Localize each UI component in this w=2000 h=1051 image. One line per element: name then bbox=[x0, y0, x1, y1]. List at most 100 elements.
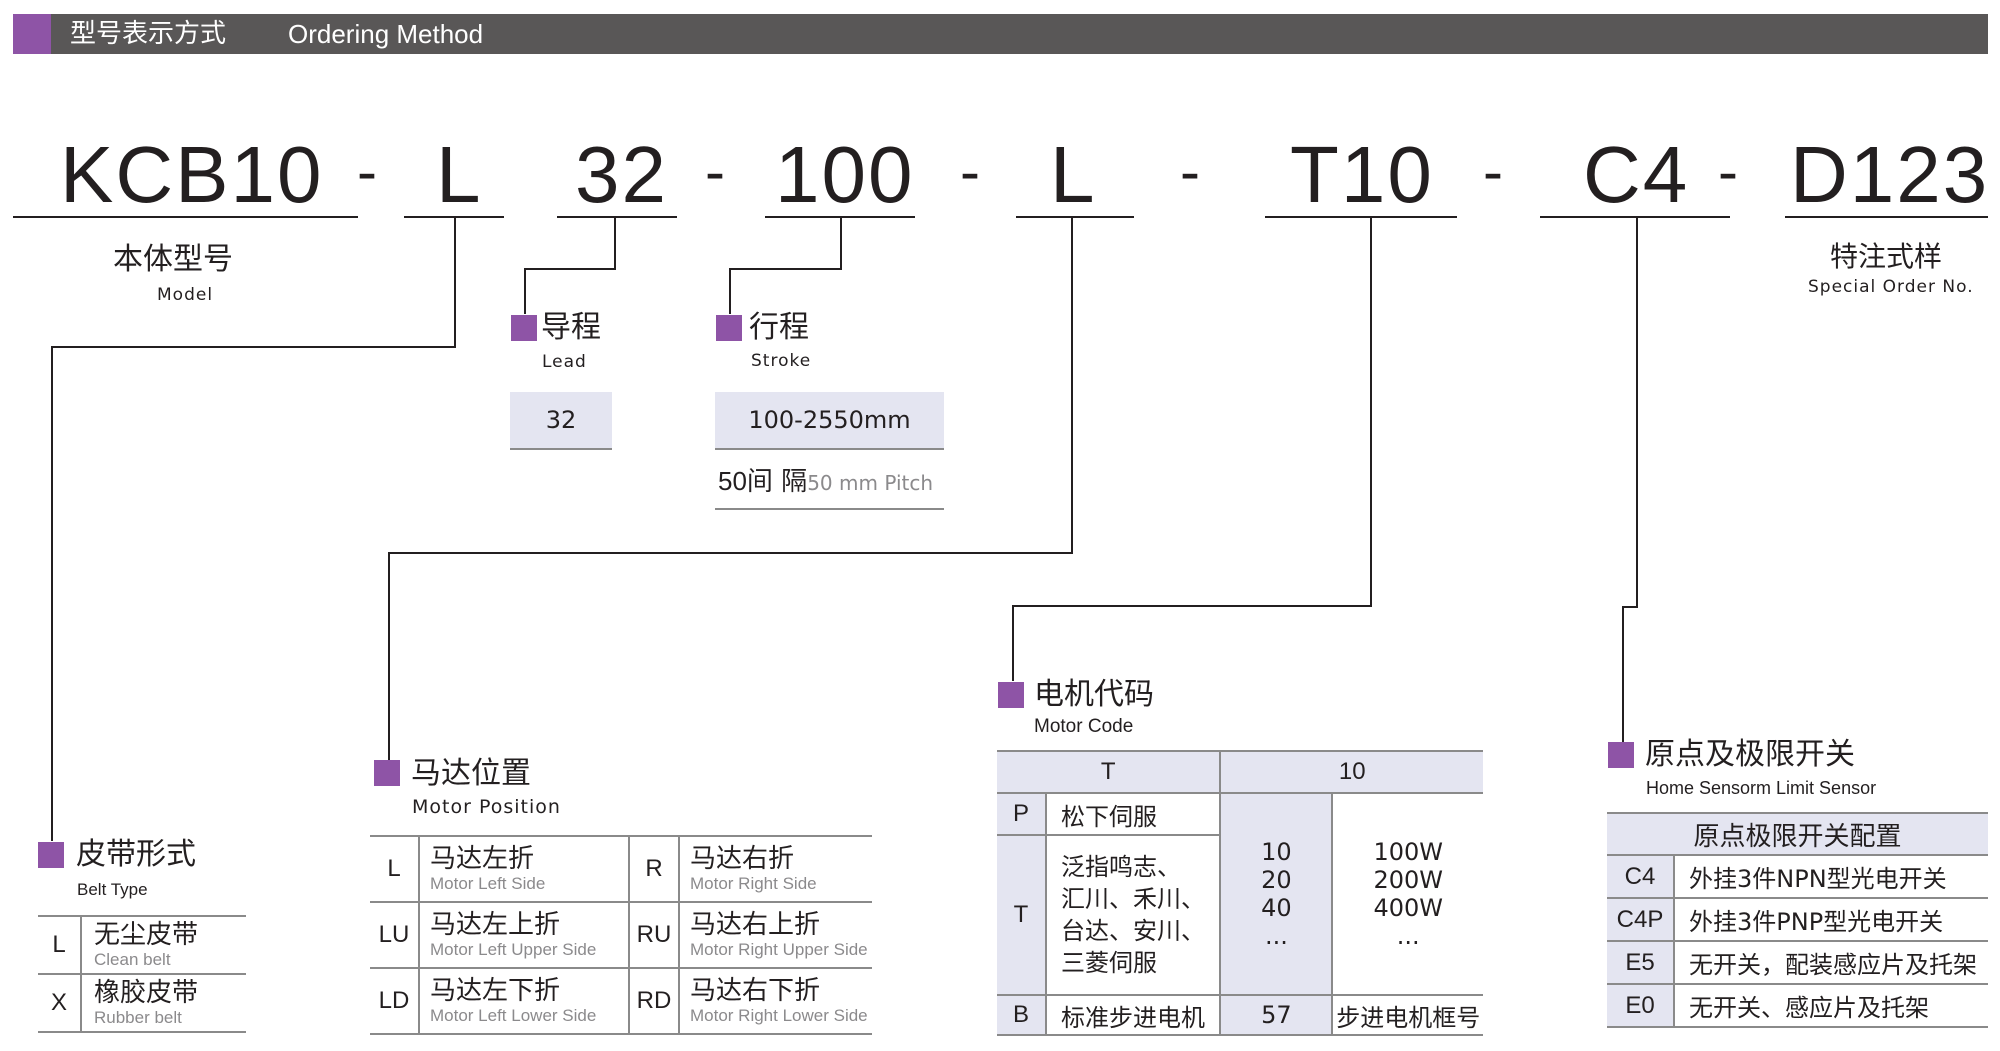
stroke-pitch-number: 50 bbox=[718, 466, 747, 496]
motor-position-table: L 马达左折 Motor Left Side R 马达右折 Motor Righ… bbox=[370, 835, 872, 1035]
table-row: E5 无开关，配装感应片及托架 bbox=[1607, 941, 1988, 984]
connector-belt bbox=[51, 346, 53, 841]
connector-sensor bbox=[1622, 606, 1624, 742]
motor-position-code: RU bbox=[628, 902, 680, 968]
connector-motor-position bbox=[1071, 217, 1073, 554]
stroke-label-en: Stroke bbox=[751, 351, 812, 371]
underline-lead bbox=[557, 216, 677, 218]
motor-code-b-power: 步进电机框号 bbox=[1336, 1003, 1481, 1032]
motor-position-cell: 马达右折 Motor Right Side bbox=[679, 836, 872, 902]
underline-model bbox=[13, 216, 358, 218]
motor-power: 400W bbox=[1373, 894, 1443, 922]
code-separator: - bbox=[1180, 138, 1200, 205]
connector-lead bbox=[524, 268, 616, 270]
motor-code-b-size: 57 bbox=[1220, 995, 1334, 1035]
special-label-cn: 特注式样 bbox=[1830, 240, 1943, 273]
motor-position-cell: 马达左上折 Motor Left Upper Side bbox=[419, 902, 629, 968]
stroke-pitch-cn: 间 隔 bbox=[746, 467, 808, 497]
connector-lead bbox=[524, 268, 526, 314]
motor-code-label-en: Motor Code bbox=[1034, 716, 1134, 737]
sensor-table: 原点极限开关配置 C4 外挂3件NPN型光电开关 C4P 外挂3件PNP型光电开… bbox=[1607, 812, 1988, 1028]
motor-brand-line: 泛指鸣志、 bbox=[1061, 853, 1181, 881]
connector-lead bbox=[614, 217, 616, 270]
stroke-value-box: 100-2550mm bbox=[715, 392, 944, 450]
code-separator: - bbox=[705, 138, 725, 205]
motor-size: ... bbox=[1264, 922, 1288, 950]
motor-position-cell: 马达右上折 Motor Right Upper Side bbox=[679, 902, 872, 968]
belt-code: L bbox=[38, 916, 82, 974]
belt-name-cn: 橡胶皮带 bbox=[94, 978, 199, 1008]
belt-marker bbox=[38, 842, 64, 868]
sensor-table-title: 原点极限开关配置 bbox=[1693, 821, 1902, 852]
motor-code-head-t: T bbox=[997, 751, 1222, 793]
underline-special bbox=[1785, 216, 1988, 218]
connector-motor-code bbox=[1012, 605, 1372, 607]
sensor-desc: 外挂3件NPN型光电开关 bbox=[1689, 865, 1947, 893]
motor-power: 100W bbox=[1373, 838, 1443, 866]
motor-position-code: L bbox=[370, 836, 420, 902]
belt-name-en: Rubber belt bbox=[94, 1008, 182, 1027]
stroke-marker bbox=[716, 315, 742, 341]
code-segment-sensor: C4 bbox=[1583, 130, 1690, 219]
table-row: C4P 外挂3件PNP型光电开关 bbox=[1607, 898, 1988, 941]
motor-position-en: Motor Right Side bbox=[690, 874, 817, 893]
table-row: B 标准步进电机 57 步进电机框号 bbox=[997, 995, 1483, 1035]
underline-motor-position bbox=[1016, 216, 1134, 218]
motor-code-b: B bbox=[997, 995, 1047, 1035]
motor-position-en: Motor Left Side bbox=[430, 874, 546, 893]
stroke-label-cn: 行程 bbox=[749, 310, 809, 345]
header-title-cn: 型号表示方式 bbox=[70, 19, 227, 49]
motor-position-label-en: Motor Position bbox=[412, 796, 561, 818]
motor-code-p-desc: 松下伺服 bbox=[1046, 793, 1222, 835]
code-segment-special: D123 bbox=[1790, 130, 1990, 219]
motor-code-label-cn: 电机代码 bbox=[1034, 677, 1154, 712]
sensor-desc: 外挂3件PNP型光电开关 bbox=[1689, 908, 1944, 936]
connector-stroke bbox=[729, 268, 842, 270]
motor-code-b-desc: 标准步进电机 bbox=[1046, 995, 1222, 1035]
motor-position-marker bbox=[374, 760, 400, 786]
code-separator: - bbox=[960, 138, 980, 205]
sensor-marker bbox=[1608, 742, 1634, 768]
table-row: P 松下伺服 10 20 40 ... 100W 200W 400W ... bbox=[997, 793, 1483, 995]
code-separator: - bbox=[1718, 138, 1738, 205]
motor-position-code: LD bbox=[370, 968, 420, 1034]
connector-sensor bbox=[1622, 606, 1638, 608]
table-row: LU 马达左上折 Motor Left Upper Side RU 马达右上折 … bbox=[370, 902, 872, 968]
motor-code-table: T 10 P 松下伺服 10 20 40 ... 100W 200W 400W … bbox=[997, 750, 1483, 1036]
header-accent-square bbox=[13, 14, 51, 54]
code-segment-belt: L bbox=[436, 130, 483, 219]
connector-motor-position bbox=[388, 552, 1073, 554]
code-segment-model: KCB10 bbox=[60, 130, 324, 219]
belt-name-en: Clean belt bbox=[94, 950, 171, 969]
lead-value-box: 32 bbox=[510, 392, 612, 450]
connector-sensor bbox=[1636, 217, 1638, 608]
code-segment-motor-code: T10 bbox=[1290, 130, 1434, 219]
motor-brand-line: 三菱伺服 bbox=[1061, 949, 1157, 977]
motor-position-code: R bbox=[628, 836, 680, 902]
motor-position-cell: 马达左下折 Motor Left Lower Side bbox=[419, 968, 629, 1034]
belt-cell: 橡胶皮带 Rubber belt bbox=[81, 974, 246, 1032]
sensor-desc: 无开关，配装感应片及托架 bbox=[1689, 951, 1977, 979]
motor-position-cn: 马达左下折 bbox=[430, 976, 561, 1006]
motor-position-cn: 马达右下折 bbox=[690, 976, 821, 1006]
motor-position-en: Motor Right Upper Side bbox=[690, 940, 868, 959]
motor-position-en: Motor Right Lower Side bbox=[690, 1006, 868, 1025]
motor-position-label-cn: 马达位置 bbox=[411, 756, 531, 791]
connector-belt bbox=[454, 217, 456, 347]
connector-motor-position bbox=[388, 552, 390, 760]
motor-position-cn: 马达左上折 bbox=[430, 910, 561, 940]
motor-brand-line: 台达、安川、 bbox=[1061, 917, 1205, 945]
lead-label-cn: 导程 bbox=[541, 310, 601, 345]
table-row: X 橡胶皮带 Rubber belt bbox=[38, 974, 246, 1032]
table-row: L 马达左折 Motor Left Side R 马达右折 Motor Righ… bbox=[370, 836, 872, 902]
motor-code-marker bbox=[998, 682, 1024, 708]
underline-sensor bbox=[1540, 216, 1730, 218]
motor-position-cn: 马达右上折 bbox=[690, 910, 821, 940]
special-label-en: Special Order No. bbox=[1808, 277, 1974, 297]
motor-position-cn: 马达左折 bbox=[430, 844, 535, 874]
lead-label-en: Lead bbox=[542, 352, 587, 372]
table-row: L 无尘皮带 Clean belt bbox=[38, 916, 246, 974]
sensor-code: C4 bbox=[1607, 855, 1675, 898]
sensor-code: C4P bbox=[1607, 898, 1675, 941]
sensor-label-cn: 原点及极限开关 bbox=[1645, 737, 1855, 772]
